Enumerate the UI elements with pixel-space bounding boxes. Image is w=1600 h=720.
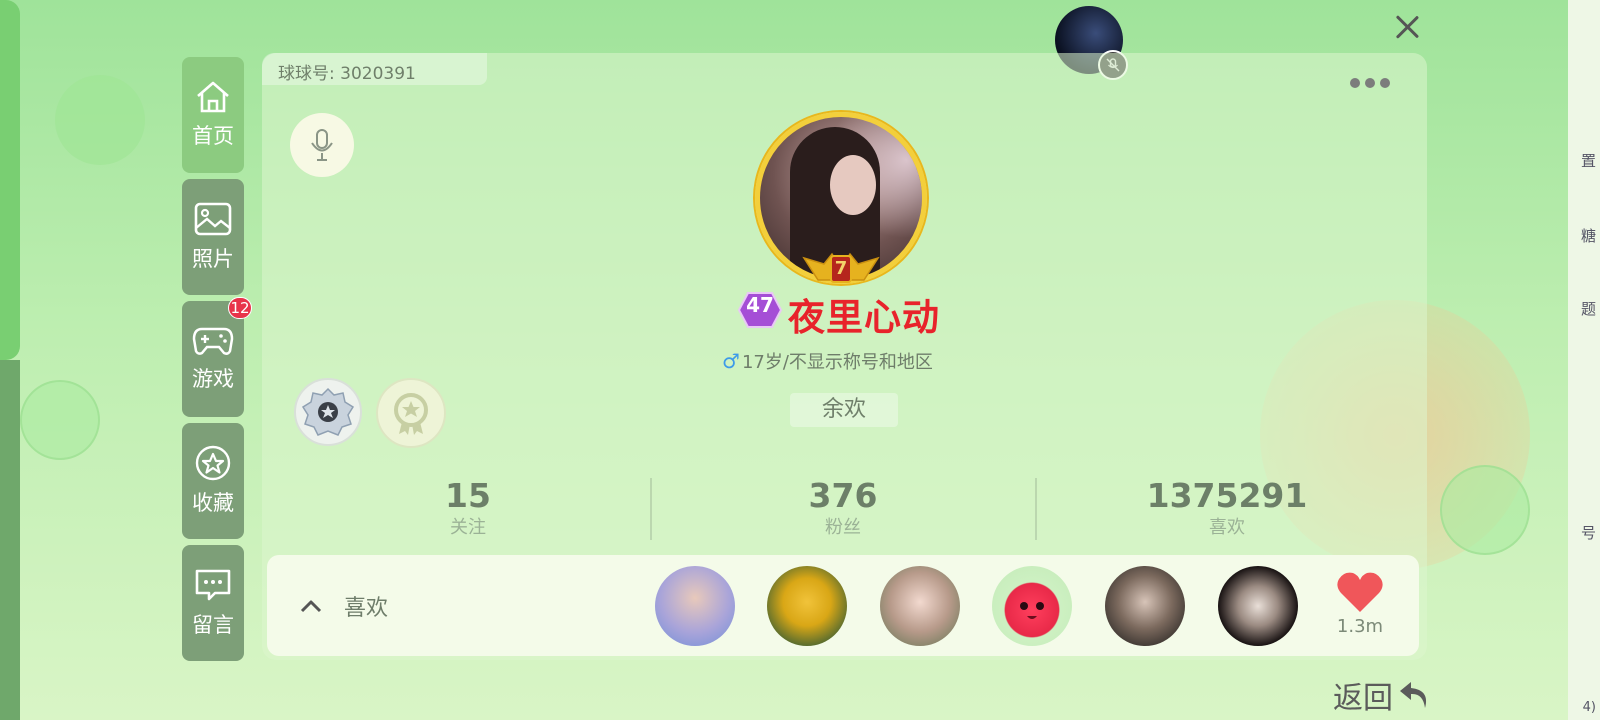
nickname: 夜里心动: [788, 296, 940, 339]
liker-avatar[interactable]: [767, 566, 847, 646]
liker-avatar[interactable]: [992, 566, 1072, 646]
signature[interactable]: 余欢: [790, 393, 898, 427]
nav-item-label: 游戏: [192, 367, 234, 391]
left-edge-panel-lower: [0, 360, 20, 720]
divider: [650, 478, 652, 540]
stat-fans[interactable]: 376 粉丝: [733, 476, 953, 539]
stat-likes[interactable]: 1375291 喜欢: [1117, 476, 1337, 539]
chevron-up-icon: [300, 600, 322, 613]
more-options-button[interactable]: [1350, 78, 1390, 88]
nav-item-games[interactable]: 游戏 12: [182, 297, 252, 417]
rank-number: 7: [834, 258, 848, 279]
dot-icon: [1350, 78, 1360, 88]
profile-info-text: 17岁/不显示称号和地区: [741, 352, 933, 373]
medal-silver-icon[interactable]: [294, 378, 362, 446]
notification-badge: 12: [228, 297, 252, 319]
heart-icon: [1337, 572, 1383, 612]
return-arrow-icon: [1400, 682, 1427, 708]
left-edge-panel: [0, 0, 20, 360]
profile-info: ♂ 17岁/不显示称号和地区: [722, 348, 933, 374]
background-bubble: [1440, 465, 1530, 555]
edge-text: 4): [1582, 700, 1596, 715]
like-button[interactable]: 1.3m: [1332, 570, 1388, 637]
home-icon: [197, 81, 229, 113]
stat-value: 1375291: [1146, 476, 1308, 515]
male-icon: ♂: [722, 349, 740, 373]
back-button[interactable]: 返回: [1333, 673, 1431, 717]
stat-value: 376: [808, 476, 878, 515]
background-bubble: [20, 380, 100, 460]
ball-id: 球球号: 3020391: [262, 53, 487, 85]
dot-icon: [1380, 78, 1390, 88]
edge-text: 糖: [1580, 227, 1596, 245]
gamepad-icon: [192, 327, 234, 355]
nav-item-favorites[interactable]: 收藏: [182, 423, 244, 539]
liker-avatar[interactable]: [1105, 566, 1185, 646]
nav-item-photos[interactable]: 照片: [182, 179, 244, 295]
edge-text: 置: [1580, 152, 1596, 170]
back-label: 返回: [1333, 681, 1393, 716]
liker-avatar[interactable]: [655, 566, 735, 646]
level-number: 47: [746, 293, 774, 317]
edge-text: 题: [1580, 300, 1596, 318]
medal-locked-icon[interactable]: [376, 378, 446, 448]
jelly-character-icon: [1020, 602, 1044, 619]
side-nav: 首页 照片 游戏 12 收藏 留言: [182, 57, 252, 667]
microphone-icon: [311, 129, 333, 161]
dot-icon: [1365, 78, 1375, 88]
nav-item-label: 收藏: [192, 491, 234, 515]
star-icon: [195, 445, 231, 481]
stat-label: 关注: [450, 517, 486, 538]
message-icon: [195, 569, 231, 601]
stat-label: 喜欢: [1209, 517, 1245, 538]
likes-label: 喜欢: [344, 596, 389, 621]
close-button[interactable]: [1392, 12, 1422, 42]
stat-label: 粉丝: [825, 517, 861, 538]
edge-text: 号: [1580, 524, 1596, 542]
nav-item-home[interactable]: 首页: [182, 57, 244, 173]
stat-value: 15: [445, 476, 491, 515]
like-count: 1.3m: [1336, 616, 1384, 637]
nav-item-label: 首页: [192, 124, 234, 148]
liker-avatar[interactable]: [1218, 566, 1298, 646]
image-icon: [194, 202, 232, 236]
voice-intro-button[interactable]: [290, 113, 354, 177]
nav-item-label: 留言: [192, 613, 234, 637]
background-bubble: [55, 75, 145, 165]
stat-following[interactable]: 15 关注: [358, 476, 578, 539]
nav-item-label: 照片: [192, 247, 234, 271]
nav-item-messages[interactable]: 留言: [182, 545, 244, 661]
liker-avatar[interactable]: [880, 566, 960, 646]
divider: [1035, 478, 1037, 540]
likes-collapse-button[interactable]: 喜欢: [300, 590, 388, 622]
right-edge-panel: [1568, 0, 1600, 720]
